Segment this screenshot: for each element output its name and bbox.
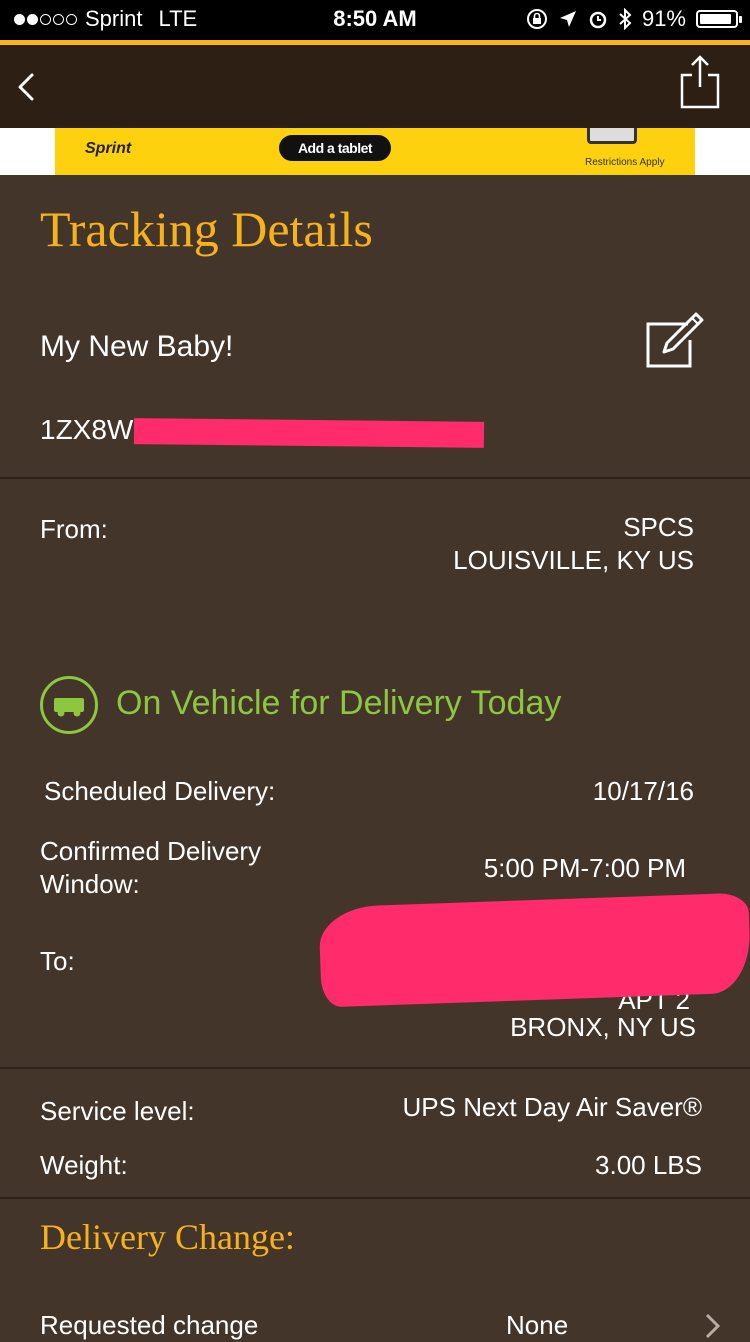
weight-label: Weight:	[40, 1150, 128, 1180]
page-title: Tracking Details	[40, 201, 373, 257]
divider	[0, 1067, 750, 1069]
from-label: From:	[40, 514, 108, 544]
ad-brand: Sprint	[85, 140, 132, 157]
scheduled-delivery-label: Scheduled Delivery:	[44, 776, 276, 806]
delivery-window-value: 5:00 PM-7:00 PM	[483, 853, 686, 883]
alarm-icon	[589, 11, 607, 29]
battery-icon	[696, 10, 742, 28]
bluetooth-icon	[619, 8, 632, 30]
delivery-window-label-line2: Window:	[40, 869, 140, 899]
weight-value: 3.00 LBS	[595, 1150, 702, 1180]
battery-percent: 91%	[641, 6, 686, 31]
requested-change-label[interactable]: Requested change	[40, 1310, 258, 1341]
ad-fine-print: Restrictions Apply	[585, 157, 665, 168]
status-right: 91%	[526, 6, 742, 32]
tracking-number: 1ZX8W	[40, 414, 134, 445]
redaction-mark	[133, 418, 485, 448]
ad-cta-button[interactable]: Add a tablet	[279, 135, 391, 161]
shipment-name: My New Baby!	[40, 330, 234, 363]
divider	[0, 477, 750, 479]
requested-change-value[interactable]: None	[506, 1310, 568, 1341]
destination-city: BRONX, NY US	[510, 1012, 696, 1042]
orientation-lock-icon	[526, 9, 547, 29]
origin-location: LOUISVILLE, KY US	[453, 545, 694, 575]
to-label: To:	[40, 946, 75, 976]
tablet-image	[587, 128, 637, 144]
redaction-mark	[318, 892, 750, 1008]
nav-bar	[0, 45, 750, 128]
location-icon	[559, 11, 576, 27]
chevron-right-icon[interactable]	[702, 1312, 722, 1342]
service-level-value: UPS Next Day Air Saver®	[402, 1092, 702, 1122]
delivery-window-label-line1: Confirmed Delivery	[40, 836, 262, 866]
battery-fill	[700, 14, 731, 24]
share-button[interactable]	[678, 55, 722, 111]
service-level-label: Service level:	[40, 1096, 195, 1126]
edit-button[interactable]	[644, 310, 706, 370]
status-bar: Sprint LTE 8:50 AM 91%	[0, 0, 750, 40]
divider	[0, 1197, 750, 1199]
origin-name: SPCS	[623, 512, 694, 542]
delivery-status-icon	[40, 676, 98, 734]
delivery-status-text: On Vehicle for Delivery Today	[116, 684, 562, 722]
back-button[interactable]	[10, 67, 50, 107]
truck-icon	[54, 698, 84, 717]
ad-banner[interactable]: Sprint Add a tablet Restrictions Apply	[55, 128, 695, 175]
delivery-change-title: Delivery Change:	[40, 1217, 295, 1257]
scheduled-delivery-value: 10/17/16	[592, 776, 694, 806]
